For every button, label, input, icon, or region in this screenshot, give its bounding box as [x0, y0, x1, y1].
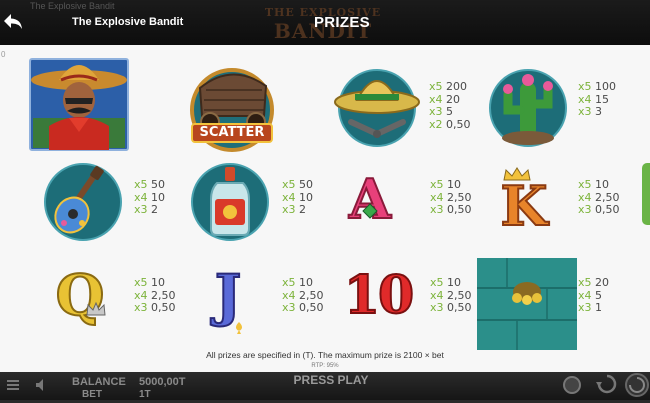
- paytable-sombrero: x5 200 x4 20 x3 5 x2 0,50: [429, 80, 471, 131]
- top-bar: The Explosive Bandit The Explosive Bandi…: [0, 0, 650, 45]
- scatter-label: SCATTER: [199, 125, 265, 140]
- paytable-gold: x5 20 x4 5 x3 1: [578, 276, 610, 314]
- balance-value: 5000,00T: [139, 376, 186, 388]
- paytable-ten: x5 10 x4 2,50 x3 0,50: [430, 276, 472, 314]
- queen-card-icon: Q: [55, 262, 106, 330]
- cactus-icon: [484, 64, 572, 154]
- side-tab[interactable]: [642, 163, 650, 225]
- gold-sack-plank-icon: [477, 258, 577, 355]
- prize-note: All prizes are specified in (T). The max…: [206, 350, 444, 360]
- bottom-bar: BALANCE 5000,00T BET 1T PRESS PLAY: [0, 372, 650, 400]
- ace-card-icon: A: [348, 166, 392, 232]
- page-title: PRIZES: [314, 14, 370, 31]
- spin-icon[interactable]: [624, 372, 650, 403]
- paytable-bottle: x5 50 x4 10 x3 2: [282, 178, 314, 216]
- window-title: The Explosive Bandit: [30, 1, 115, 11]
- sombrero-pistols-icon: [331, 64, 423, 154]
- tequila-bottle-icon: [187, 159, 273, 250]
- game-title: The Explosive Bandit: [72, 16, 184, 28]
- back-button[interactable]: [0, 8, 26, 36]
- back-arrow-icon: [4, 14, 22, 29]
- paytable-jack: x5 10 x4 2,50 x3 0,50: [282, 276, 324, 314]
- jack-card-icon: J: [198, 262, 258, 337]
- wagon-scatter-icon: SCATTER: [186, 64, 278, 157]
- press-play-button[interactable]: PRESS PLAY: [292, 373, 370, 389]
- ten-card-icon: 10: [343, 264, 415, 327]
- prizes-panel: 0 SCATTER x5 200 x4 20 x3 5 x2 0,50 x5 1…: [0, 45, 650, 372]
- guitar-icon: [40, 159, 126, 250]
- paytable-guitar: x5 50 x4 10 x3 2: [134, 178, 166, 216]
- edge-digit: 0: [1, 50, 6, 59]
- bet-label: BET: [82, 389, 102, 400]
- paytable-king: x5 10 x4 2,50 x3 0,50: [578, 178, 620, 216]
- paytable-ace: x5 10 x4 2,50 x3 0,50: [430, 178, 472, 216]
- autoplay-icon[interactable]: [596, 373, 618, 400]
- paytable-queen: x5 10 x4 2,50 x3 0,50: [134, 276, 176, 314]
- paytable-cactus: x5 100 x4 15 x3 3: [578, 80, 617, 118]
- balance-label: BALANCE: [72, 376, 126, 388]
- sound-icon[interactable]: [34, 377, 50, 398]
- rtp-text: RTP: 95%: [311, 363, 339, 369]
- menu-icon[interactable]: [6, 378, 20, 397]
- king-card-icon: K: [494, 162, 554, 240]
- bandit-wild-icon: [29, 58, 129, 156]
- bet-value: 1T: [139, 389, 151, 400]
- chip-icon[interactable]: [562, 375, 582, 400]
